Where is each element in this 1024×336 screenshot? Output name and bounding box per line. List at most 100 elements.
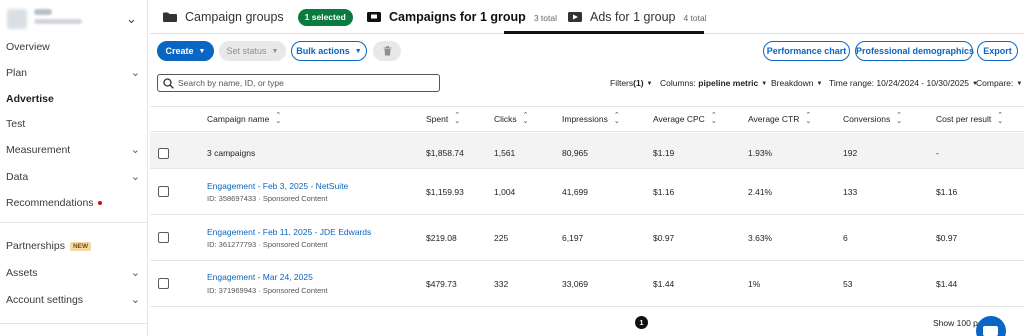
- sidebar-item-assets[interactable]: Assets ⌄: [0, 263, 148, 283]
- cell-impressions: 6,197: [562, 233, 584, 243]
- caret-down-icon: ▼: [198, 48, 206, 55]
- caret-down-icon: ▼: [1016, 81, 1023, 87]
- set-status-button[interactable]: Set status ▼: [219, 41, 286, 61]
- row-checkbox[interactable]: [158, 278, 169, 289]
- sidebar-item-label: Overview: [6, 41, 50, 53]
- table-header: Campaign name ⌃ ⌄ Spent ⌃ ⌄ Clicks ⌃ ⌄ Impress…: [150, 106, 1024, 132]
- performance-chart-button[interactable]: Performance chart: [763, 41, 850, 61]
- create-label: Create: [165, 46, 194, 56]
- column-header-campaign-name[interactable]: Campaign name ⌃ ⌄: [207, 107, 281, 133]
- caret-down-icon: ▼: [271, 48, 279, 55]
- column-header-cost-per-result[interactable]: Cost per result ⌃ ⌄: [936, 107, 1003, 133]
- export-label: Export: [983, 46, 1012, 56]
- sidebar-divider: [0, 323, 148, 324]
- sidebar-item-label: Test: [6, 118, 26, 130]
- column-header-clicks[interactable]: Clicks ⌃ ⌄: [494, 107, 529, 133]
- performance-chart-label: Performance chart: [766, 46, 847, 56]
- chevron-down-icon[interactable]: ⌄: [126, 11, 137, 27]
- tab-campaigns[interactable]: Campaigns for 1 group 3 total: [367, 0, 557, 34]
- sidebar-item-label: Plan: [6, 67, 28, 79]
- campaign-name-link[interactable]: Engagement - Feb 11, 2025 - JDE Edwards: [207, 227, 371, 237]
- cell-ctr: 3.63%: [748, 233, 773, 243]
- campaign-id: ID: 361277793 · Sponsored Content: [207, 240, 328, 249]
- account-switcher[interactable]: ⌄: [0, 4, 148, 34]
- sort-icon: ⌃ ⌄: [613, 112, 620, 125]
- sidebar-item-partnerships[interactable]: Partnerships NEW: [0, 236, 148, 256]
- bulk-actions-button[interactable]: Bulk actions ▼: [291, 41, 367, 61]
- campaign-id: ID: 371969943 · Sponsored Content: [207, 286, 328, 295]
- delete-button[interactable]: [373, 41, 401, 61]
- select-all-checkbox[interactable]: [158, 148, 169, 159]
- chevron-down-icon: ⌄: [130, 171, 140, 183]
- time-range-dropdown[interactable]: Time range: 10/24/2024 - 10/30/2025 ▼: [829, 78, 978, 88]
- sidebar-item-label: Measurement: [6, 144, 71, 156]
- total-conversions: 192: [843, 148, 858, 158]
- campaign-name-link[interactable]: Engagement - Mar 24, 2025: [207, 272, 313, 282]
- sidebar-item-data[interactable]: Data ⌄: [0, 167, 148, 187]
- export-button[interactable]: Export: [977, 41, 1018, 61]
- breakdown-dropdown[interactable]: Breakdown ▼: [771, 78, 822, 88]
- create-button[interactable]: Create ▼: [157, 41, 214, 61]
- search-box[interactable]: [157, 74, 440, 92]
- cell-cpc: $1.16: [653, 187, 675, 197]
- professional-demographics-button[interactable]: Professional demographics: [855, 41, 974, 61]
- sort-icon: ⌃ ⌄: [805, 112, 812, 125]
- search-input[interactable]: [178, 76, 433, 90]
- cell-ctr: 1%: [748, 279, 761, 289]
- view-tabs: Campaign groups 1 selected Campaigns for …: [150, 0, 1024, 34]
- sidebar-item-account-settings[interactable]: Account settings ⌄: [0, 290, 148, 310]
- compare-dropdown[interactable]: Compare: ▼: [976, 78, 1022, 88]
- columns-dropdown[interactable]: Columns: pipeline metric ▼: [660, 78, 767, 88]
- campaign-name-link[interactable]: Engagement - Feb 3, 2025 - NetSuite: [207, 181, 348, 191]
- column-header-impressions[interactable]: Impressions ⌃ ⌄: [562, 107, 620, 133]
- chevron-down-icon: ⌄: [130, 267, 140, 279]
- bulk-actions-label: Bulk actions: [296, 46, 350, 56]
- tab-label: Ads for 1 group: [590, 10, 676, 24]
- messaging-button[interactable]: [976, 316, 1006, 336]
- row-checkbox[interactable]: [158, 232, 169, 243]
- total-ctr: 1.93%: [748, 148, 773, 158]
- sidebar-item-label: Advertise: [6, 93, 54, 105]
- cell-cpc: $0.97: [653, 233, 675, 243]
- row-checkbox[interactable]: [158, 186, 169, 197]
- caret-down-icon: ▼: [761, 81, 768, 87]
- folder-icon: [163, 12, 177, 22]
- chevron-down-icon: ⌄: [130, 144, 140, 156]
- column-header-spent[interactable]: Spent ⌃ ⌄: [426, 107, 460, 133]
- sidebar-item-overview[interactable]: Overview: [0, 37, 148, 57]
- account-subtitle-blurred: [34, 19, 82, 24]
- set-status-label: Set status: [226, 46, 267, 56]
- caret-down-icon: ▼: [816, 81, 823, 87]
- sidebar-item-test[interactable]: Test: [0, 114, 148, 134]
- column-header-average-ctr[interactable]: Average CTR ⌃ ⌄: [748, 107, 811, 133]
- filters-dropdown[interactable]: Filters(1) ▼: [610, 78, 652, 88]
- column-header-average-cpc[interactable]: Average CPC ⌃ ⌄: [653, 107, 717, 133]
- column-label: Impressions: [562, 114, 608, 124]
- sidebar-item-label: Data: [6, 171, 29, 183]
- pagination-current-page[interactable]: 1: [635, 316, 648, 329]
- sidebar-item-recommendations[interactable]: Recommendations: [0, 193, 148, 213]
- sidebar-item-plan[interactable]: Plan ⌄: [0, 63, 148, 83]
- sidebar-divider: [0, 222, 148, 223]
- sidebar: ⌄ Overview Plan ⌄ Advertise Test Measure…: [0, 0, 148, 336]
- tab-ads[interactable]: Ads for 1 group 4 total: [568, 0, 707, 34]
- notification-dot: [97, 201, 102, 206]
- column-label: Conversions: [843, 114, 891, 124]
- cell-clicks: 332: [494, 279, 509, 289]
- sort-icon: ⌃ ⌄: [454, 112, 461, 125]
- sidebar-item-measurement[interactable]: Measurement ⌄: [0, 140, 148, 160]
- column-header-conversions[interactable]: Conversions ⌃ ⌄: [843, 107, 902, 133]
- sort-icon: ⌃ ⌄: [997, 112, 1004, 125]
- sidebar-item-advertise[interactable]: Advertise: [0, 89, 148, 109]
- sort-icon: ⌃ ⌄: [275, 112, 282, 125]
- columns-label: Columns:: [660, 78, 696, 88]
- sort-icon: ⌃ ⌄: [896, 112, 903, 125]
- tab-count: 3 total: [533, 13, 557, 23]
- cell-clicks: 225: [494, 233, 509, 243]
- ad-icon: [568, 12, 582, 22]
- sidebar-item-label: Partnerships: [6, 240, 65, 252]
- time-range-label: Time range: 10/24/2024 - 10/30/2025: [829, 78, 970, 88]
- sidebar-item-label: Recommendations: [6, 197, 94, 209]
- total-cpc: $1.19: [653, 148, 675, 158]
- tab-campaign-groups[interactable]: Campaign groups 1 selected: [163, 0, 353, 34]
